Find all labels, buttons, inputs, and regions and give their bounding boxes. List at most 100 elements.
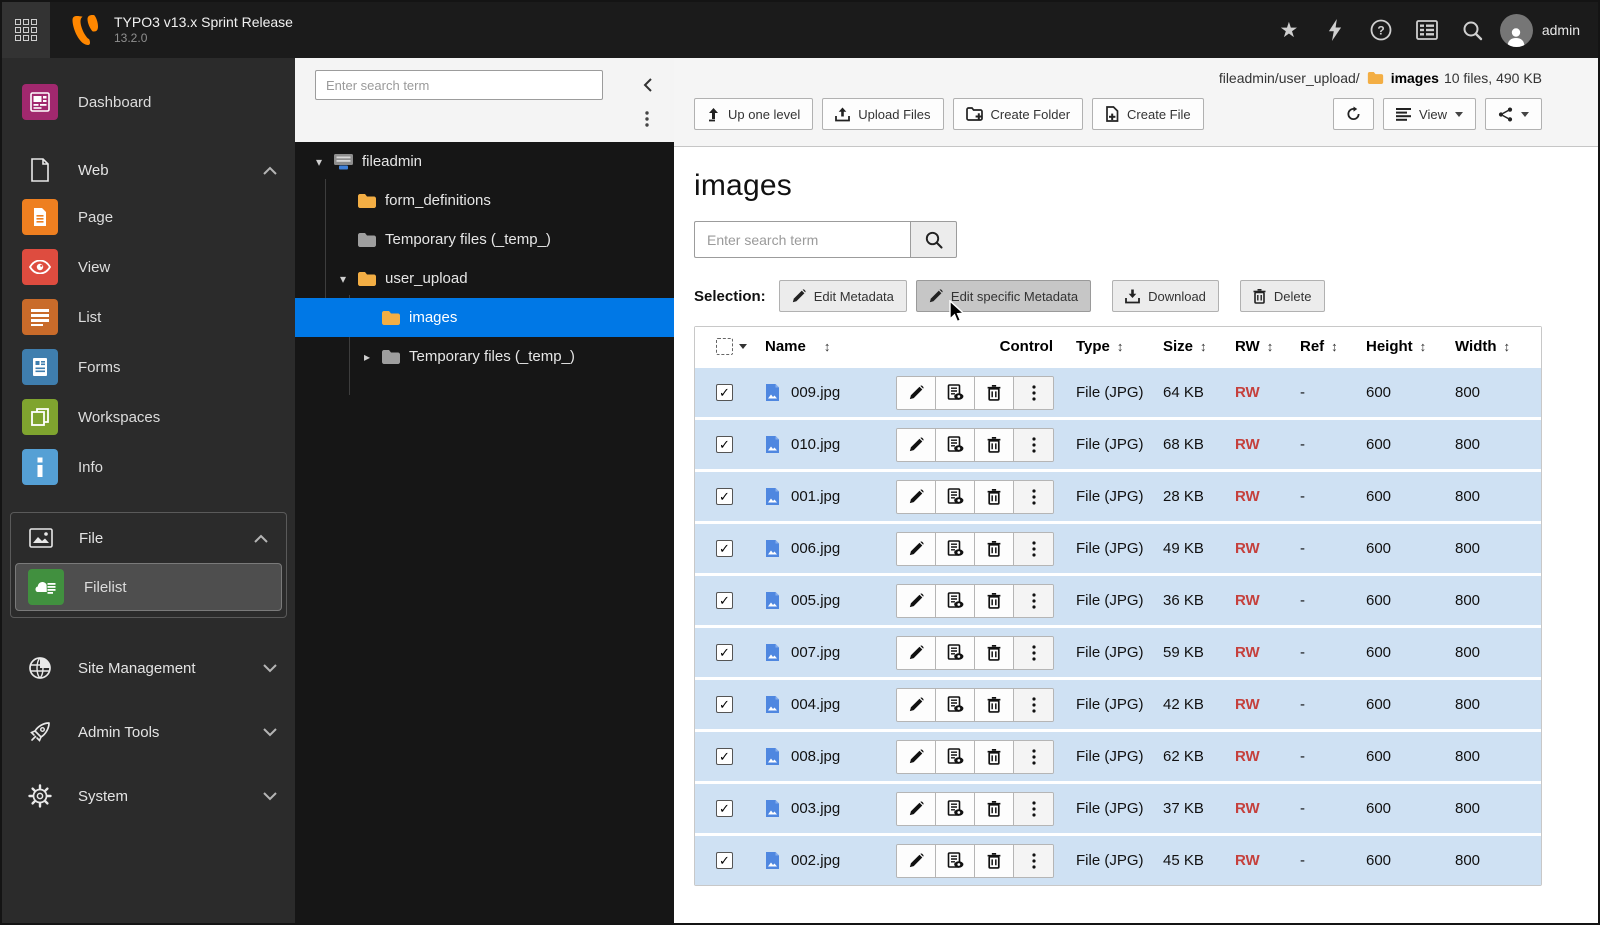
create-folder-button[interactable]: Create Folder <box>953 98 1083 130</box>
column-header-ref[interactable]: Ref↕ <box>1290 338 1356 355</box>
delete-button[interactable]: Delete <box>1240 280 1325 312</box>
file-info-button[interactable] <box>936 585 975 617</box>
row-checkbox[interactable]: ✓ <box>716 488 733 505</box>
delete-file-button[interactable] <box>975 845 1014 877</box>
row-checkbox[interactable]: ✓ <box>716 800 733 817</box>
row-checkbox[interactable]: ✓ <box>716 540 733 557</box>
tree-node-fileadmin[interactable]: ▾ fileadmin <box>295 142 674 181</box>
filelist-search-input[interactable] <box>694 221 910 258</box>
module-item-dashboard[interactable]: Dashboard <box>2 74 295 130</box>
file-info-button[interactable] <box>936 689 975 721</box>
caret-collapsed-icon[interactable]: ▸ <box>359 350 375 364</box>
delete-file-button[interactable] <box>975 429 1014 461</box>
edit-file-button[interactable] <box>897 845 936 877</box>
column-header-width[interactable]: Width↕ <box>1445 338 1543 355</box>
module-section-system[interactable]: System <box>2 774 295 818</box>
more-options-button[interactable] <box>1014 741 1053 773</box>
file-name-link[interactable]: 003.jpg <box>791 800 840 817</box>
column-header-size[interactable]: Size↕ <box>1153 338 1225 355</box>
tree-node-form-definitions[interactable]: form_definitions <box>295 181 674 220</box>
file-info-button[interactable] <box>936 533 975 565</box>
row-checkbox[interactable]: ✓ <box>716 748 733 765</box>
column-header-height[interactable]: Height↕ <box>1356 338 1445 355</box>
search-toolbar-button[interactable] <box>1450 2 1496 58</box>
module-item-list[interactable]: List <box>2 292 295 342</box>
module-item-filelist[interactable]: Filelist <box>15 563 282 611</box>
module-menu-toggle-button[interactable] <box>2 2 50 58</box>
delete-file-button[interactable] <box>975 377 1014 409</box>
file-info-button[interactable] <box>936 793 975 825</box>
edit-file-button[interactable] <box>897 429 936 461</box>
tree-options-button[interactable] <box>634 106 660 132</box>
file-name-link[interactable]: 001.jpg <box>791 488 840 505</box>
create-file-button[interactable]: Create File <box>1092 98 1204 130</box>
more-options-button[interactable] <box>1014 481 1053 513</box>
edit-file-button[interactable] <box>897 585 936 617</box>
delete-file-button[interactable] <box>975 689 1014 721</box>
row-checkbox[interactable]: ✓ <box>716 592 733 609</box>
more-options-button[interactable] <box>1014 637 1053 669</box>
selection-dropdown-caret[interactable] <box>739 344 747 349</box>
up-one-level-button[interactable]: Up one level <box>694 98 813 130</box>
module-section-file[interactable]: File <box>11 515 286 561</box>
file-name-link[interactable]: 006.jpg <box>791 540 840 557</box>
tree-node-user-upload[interactable]: ▾ user_upload <box>295 259 674 298</box>
file-name-link[interactable]: 005.jpg <box>791 592 840 609</box>
tree-node-temp-files-2[interactable]: ▸ Temporary files (_temp_) <box>295 337 674 376</box>
more-options-button[interactable] <box>1014 533 1053 565</box>
delete-file-button[interactable] <box>975 741 1014 773</box>
file-name-link[interactable]: 002.jpg <box>791 852 840 869</box>
module-section-admin-tools[interactable]: Admin Tools <box>2 710 295 754</box>
tree-node-images-selected[interactable]: images <box>295 298 674 337</box>
more-options-button[interactable] <box>1014 845 1053 877</box>
edit-file-button[interactable] <box>897 377 936 409</box>
file-info-button[interactable] <box>936 637 975 669</box>
tree-node-temp-files[interactable]: Temporary files (_temp_) <box>295 220 674 259</box>
module-item-page[interactable]: Page <box>2 192 295 242</box>
file-name-link[interactable]: 008.jpg <box>791 748 840 765</box>
view-mode-button[interactable]: View <box>1383 98 1476 130</box>
collapse-tree-button[interactable] <box>634 72 660 98</box>
file-info-button[interactable] <box>936 741 975 773</box>
delete-file-button[interactable] <box>975 481 1014 513</box>
row-checkbox[interactable]: ✓ <box>716 384 733 401</box>
system-information-button[interactable] <box>1404 2 1450 58</box>
file-info-button[interactable] <box>936 429 975 461</box>
file-info-button[interactable] <box>936 481 975 513</box>
more-options-button[interactable] <box>1014 689 1053 721</box>
file-name-link[interactable]: 007.jpg <box>791 644 840 661</box>
edit-file-button[interactable] <box>897 741 936 773</box>
select-all-checkbox[interactable] <box>716 338 733 355</box>
delete-file-button[interactable] <box>975 637 1014 669</box>
tree-search-input[interactable] <box>315 70 603 100</box>
download-button[interactable]: Download <box>1112 280 1219 312</box>
upload-files-button[interactable]: Upload Files <box>822 98 943 130</box>
edit-specific-metadata-button[interactable]: Edit specific Metadata <box>916 280 1091 312</box>
share-button[interactable] <box>1485 98 1542 130</box>
more-options-button[interactable] <box>1014 585 1053 617</box>
module-section-site-management[interactable]: Site Management <box>2 646 295 690</box>
edit-file-button[interactable] <box>897 689 936 721</box>
caret-expanded-icon[interactable]: ▾ <box>335 272 351 286</box>
user-menu-button[interactable]: admin <box>1500 14 1580 47</box>
edit-metadata-button[interactable]: Edit Metadata <box>779 280 907 312</box>
caret-expanded-icon[interactable]: ▾ <box>311 155 327 169</box>
delete-file-button[interactable] <box>975 585 1014 617</box>
column-header-rw[interactable]: RW↕ <box>1225 338 1290 355</box>
clear-cache-button[interactable] <box>1312 2 1358 58</box>
file-name-link[interactable]: 004.jpg <box>791 696 840 713</box>
help-button[interactable]: ? <box>1358 2 1404 58</box>
more-options-button[interactable] <box>1014 377 1053 409</box>
file-name-link[interactable]: 009.jpg <box>791 384 840 401</box>
file-info-button[interactable] <box>936 377 975 409</box>
delete-file-button[interactable] <box>975 533 1014 565</box>
column-header-type[interactable]: Type↕ <box>1066 338 1153 355</box>
column-header-name[interactable]: Name↕ <box>758 338 896 355</box>
module-item-view[interactable]: View <box>2 242 295 292</box>
delete-file-button[interactable] <box>975 793 1014 825</box>
edit-file-button[interactable] <box>897 637 936 669</box>
file-info-button[interactable] <box>936 845 975 877</box>
filelist-search-button[interactable] <box>910 221 957 258</box>
edit-file-button[interactable] <box>897 533 936 565</box>
row-checkbox[interactable]: ✓ <box>716 644 733 661</box>
